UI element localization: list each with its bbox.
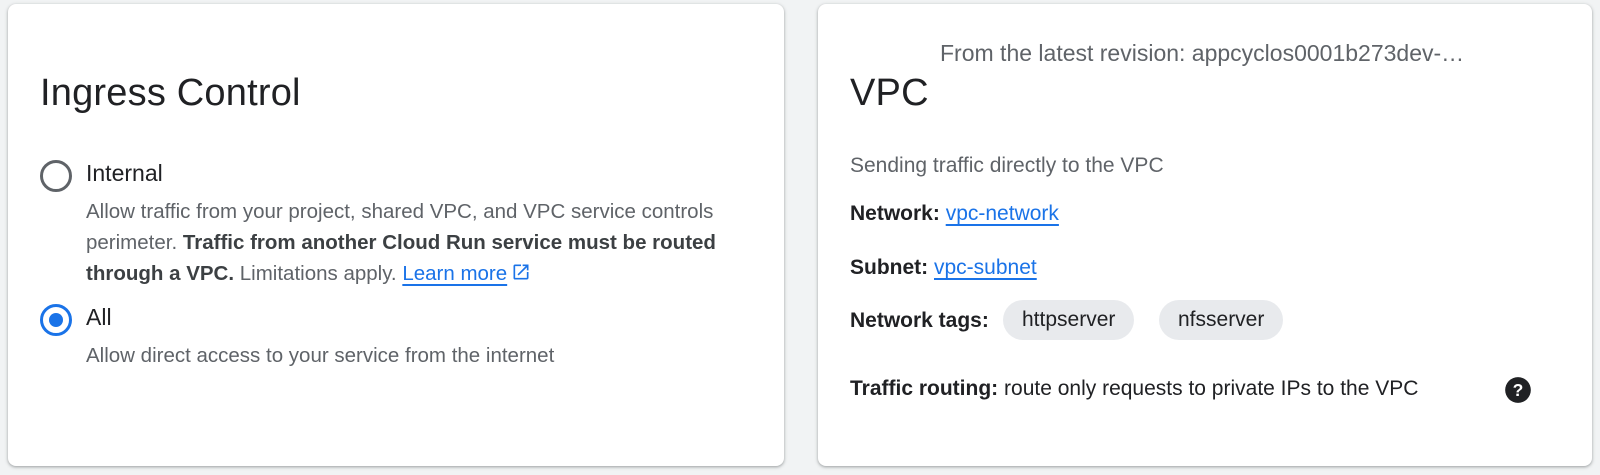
network-tag-chip: nfsserver xyxy=(1159,300,1284,340)
ingress-control-card: Ingress Control Internal Allow traffic f… xyxy=(8,4,784,466)
ingress-control-title: Ingress Control xyxy=(40,72,301,114)
subnet-key: Subnet: xyxy=(850,256,929,279)
network-tag-chip: httpserver xyxy=(1003,300,1135,340)
traffic-routing-row: Traffic routing: route only requests to … xyxy=(850,377,1418,401)
radio-internal[interactable] xyxy=(40,160,72,192)
network-tags-row: Network tags: xyxy=(850,309,989,333)
svg-text:?: ? xyxy=(1513,380,1524,400)
radio-desc-internal: Allow traffic from your project, shared … xyxy=(86,196,756,289)
vpc-title: VPC xyxy=(850,72,929,114)
radio-label-internal: Internal xyxy=(86,160,163,186)
network-key: Network: xyxy=(850,202,940,225)
open-in-new-icon[interactable] xyxy=(511,262,531,282)
traffic-routing-value: route only requests to private IPs to th… xyxy=(1004,377,1419,400)
subnet-row: Subnet: vpc-subnet xyxy=(850,256,1037,280)
network-row: Network: vpc-network xyxy=(850,202,1059,226)
learn-more-link[interactable]: Learn more xyxy=(402,262,507,285)
vpc-card: From the latest revision: appcyclos0001b… xyxy=(818,4,1592,466)
network-tags-key: Network tags: xyxy=(850,309,989,332)
traffic-routing-key: Traffic routing: xyxy=(850,377,999,400)
help-circle-icon[interactable]: ? xyxy=(1504,376,1532,404)
radio-desc-all: Allow direct access to your service from… xyxy=(86,344,555,367)
network-link[interactable]: vpc-network xyxy=(946,202,1059,225)
radio-all[interactable] xyxy=(40,304,72,336)
revision-note: From the latest revision: appcyclos0001b… xyxy=(940,40,1465,66)
radio-label-all: All xyxy=(86,304,112,330)
subnet-link[interactable]: vpc-subnet xyxy=(934,256,1037,279)
sending-traffic-text: Sending traffic directly to the VPC xyxy=(850,154,1164,177)
desc-text-2: Limitations apply. xyxy=(234,262,403,285)
